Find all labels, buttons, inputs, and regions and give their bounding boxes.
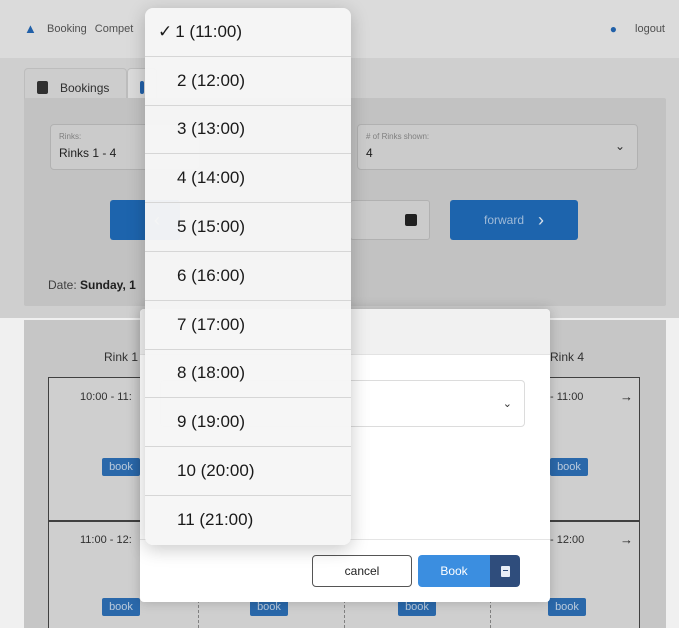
picker-option-label: 11 (21:00) (177, 510, 254, 530)
picker-option[interactable]: 7 (17:00) (145, 301, 351, 350)
modal-footer: cancel Book (140, 539, 550, 602)
duration-picker-dropdown[interactable]: ✓ 1 (11:00) 2 (12:00) 3 (13:00) 4 (14:00… (145, 8, 351, 545)
picker-option[interactable]: 9 (19:00) (145, 398, 351, 448)
picker-option-label: 4 (14:00) (177, 168, 246, 188)
book-icon (500, 565, 510, 577)
picker-option-label: 6 (16:00) (177, 265, 246, 285)
cancel-button[interactable]: cancel (312, 555, 412, 587)
picker-option-label: 5 (15:00) (177, 217, 246, 237)
picker-option[interactable]: ✓ 1 (11:00) (145, 8, 351, 57)
picker-option-label: 7 (17:00) (177, 314, 246, 334)
picker-option-label: 8 (18:00) (177, 363, 246, 383)
picker-option-label: 10 (20:00) (177, 461, 255, 481)
picker-option[interactable]: 3 (13:00) (145, 106, 351, 155)
picker-option[interactable]: 2 (12:00) (145, 57, 351, 106)
picker-option[interactable]: 5 (15:00) (145, 203, 351, 252)
picker-option[interactable]: 6 (16:00) (145, 252, 351, 301)
picker-option[interactable]: 4 (14:00) (145, 154, 351, 204)
picker-option[interactable]: 11 (21:00) (145, 496, 351, 545)
checkmark-icon: ✓ (158, 21, 173, 41)
book-submit-label[interactable]: Book (418, 555, 490, 587)
book-icon-button[interactable] (490, 555, 520, 587)
picker-option-label: 2 (12:00) (177, 70, 246, 90)
picker-option-label: 3 (13:00) (177, 119, 246, 139)
chevron-down-icon: ⌄ (502, 398, 512, 410)
picker-option-label: 1 (11:00) (175, 21, 243, 41)
picker-option[interactable]: 8 (18:00) (145, 350, 351, 399)
book-submit-button[interactable]: Book (418, 555, 520, 587)
picker-option[interactable]: 10 (20:00) (145, 447, 351, 496)
picker-option-label: 9 (19:00) (177, 412, 246, 432)
